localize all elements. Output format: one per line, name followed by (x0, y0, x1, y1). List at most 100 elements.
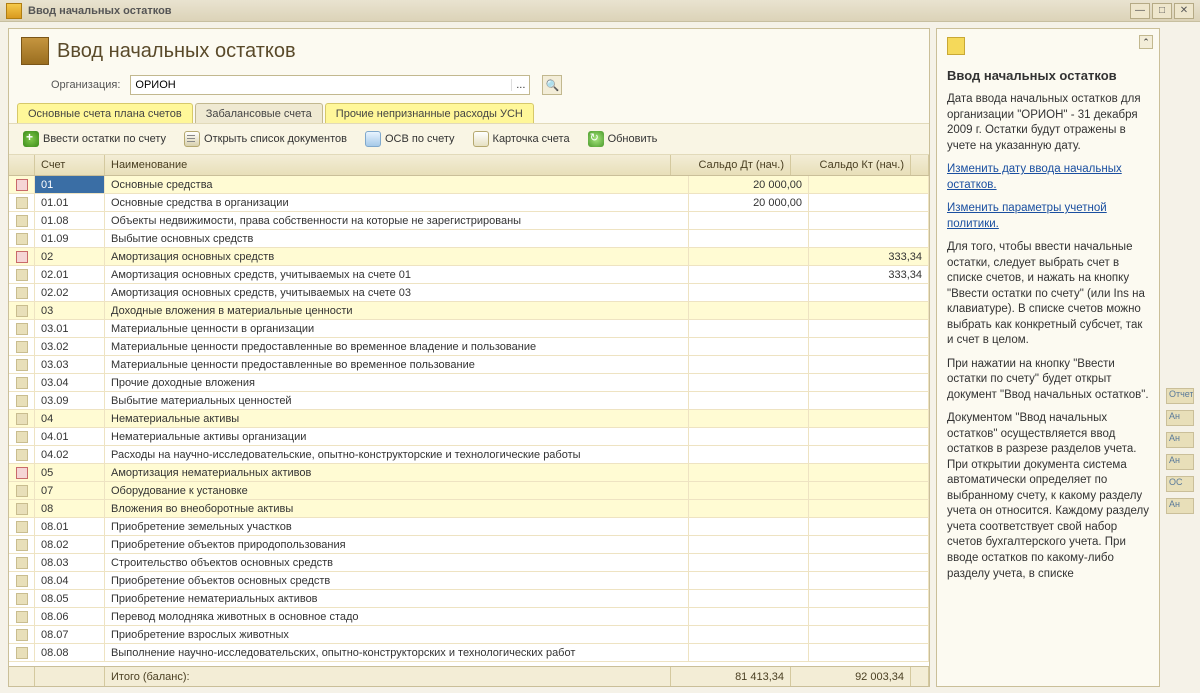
table-row[interactable]: 03.04Прочие доходные вложения (9, 374, 929, 392)
table-row[interactable]: 08.02Приобретение объектов природопользо… (9, 536, 929, 554)
row-status-icon (16, 629, 28, 641)
table-row[interactable]: 02Амортизация основных средств333,34 (9, 248, 929, 266)
cell-debit (689, 500, 809, 517)
table-row[interactable]: 01.01Основные средства в организации20 0… (9, 194, 929, 212)
restore-button[interactable]: □ (1152, 3, 1172, 19)
cell-name: Приобретение объектов основных средств (105, 572, 689, 589)
col-name[interactable]: Наименование (105, 155, 671, 175)
close-button[interactable]: ✕ (1174, 3, 1194, 19)
cell-debit (689, 212, 809, 229)
cell-account: 03.01 (35, 320, 105, 337)
table-row[interactable]: 03.03Материальные ценности предоставленн… (9, 356, 929, 374)
table-row[interactable]: 08.05Приобретение нематериальных активов (9, 590, 929, 608)
cell-account: 03 (35, 302, 105, 319)
table-row[interactable]: 02.01Амортизация основных средств, учиты… (9, 266, 929, 284)
table-row[interactable]: 07Оборудование к установке (9, 482, 929, 500)
side-chip-3[interactable]: Ан (1166, 454, 1194, 470)
cell-account: 08.02 (35, 536, 105, 553)
table-row[interactable]: 04.02Расходы на научно-исследовательские… (9, 446, 929, 464)
table-row[interactable]: 03.02Материальные ценности предоставленн… (9, 338, 929, 356)
cell-account: 08.03 (35, 554, 105, 571)
cell-account: 03.04 (35, 374, 105, 391)
cell-debit (689, 482, 809, 499)
minimize-button[interactable]: — (1130, 3, 1150, 19)
info-icon (947, 37, 965, 55)
table-row[interactable]: 08.03Строительство объектов основных сре… (9, 554, 929, 572)
cell-debit (689, 626, 809, 643)
add-balance-button[interactable]: Ввести остатки по счету (19, 129, 170, 149)
table-row[interactable]: 08.08Выполнение научно-исследовательских… (9, 644, 929, 662)
tab-2[interactable]: Прочие непризнанные расходы УСН (325, 103, 534, 124)
titlebar: Ввод начальных остатков — □ ✕ (0, 0, 1200, 22)
cell-name: Материальные ценности в организации (105, 320, 689, 337)
col-debit[interactable]: Сальдо Дт (нач.) (671, 155, 791, 175)
cell-credit (809, 338, 929, 355)
cell-name: Амортизация основных средств, учитываемы… (105, 284, 689, 301)
cell-account: 01.01 (35, 194, 105, 211)
scroll-up-icon[interactable]: ⌃ (1139, 35, 1153, 49)
org-search-button[interactable]: 🔍 (542, 75, 562, 95)
table-row[interactable]: 05Амортизация нематериальных активов (9, 464, 929, 482)
side-chip-1[interactable]: Ан (1166, 410, 1194, 426)
table-row[interactable]: 03Доходные вложения в материальные ценно… (9, 302, 929, 320)
footer-label: Итого (баланс): (105, 667, 671, 686)
table-row[interactable]: 01.08Объекты недвижимости, права собстве… (9, 212, 929, 230)
org-select-button[interactable]: ... (511, 79, 529, 91)
cell-account: 08.07 (35, 626, 105, 643)
table-row[interactable]: 01.09Выбытие основных средств (9, 230, 929, 248)
cell-name: Приобретение взрослых животных (105, 626, 689, 643)
cell-account: 01.09 (35, 230, 105, 247)
table-row[interactable]: 04Нематериальные активы (9, 410, 929, 428)
change-date-link[interactable]: Изменить дату ввода начальных остатков. (947, 162, 1149, 193)
row-status-icon (16, 233, 28, 245)
cell-credit (809, 500, 929, 517)
refresh-button[interactable]: Обновить (584, 129, 662, 149)
table-row[interactable]: 08.01Приобретение земельных участков (9, 518, 929, 536)
cell-debit (689, 446, 809, 463)
cell-debit (689, 410, 809, 427)
table-row[interactable]: 03.09Выбытие материальных ценностей (9, 392, 929, 410)
org-input[interactable] (131, 79, 511, 91)
osv-button[interactable]: ОСВ по счету (361, 129, 459, 149)
tab-0[interactable]: Основные счета плана счетов (17, 103, 193, 124)
cell-account: 08.01 (35, 518, 105, 535)
row-status-icon (16, 377, 28, 389)
table-row[interactable]: 04.01Нематериальные активы организации (9, 428, 929, 446)
cell-account: 04.02 (35, 446, 105, 463)
grid-body[interactable]: 01Основные средства20 000,0001.01Основны… (9, 176, 929, 666)
cell-credit (809, 482, 929, 499)
change-policy-link[interactable]: Изменить параметры учетной политики. (947, 201, 1149, 232)
tab-1[interactable]: Забалансовые счета (195, 103, 323, 124)
cell-account: 04 (35, 410, 105, 427)
table-row[interactable]: 08.06Перевод молодняка животных в основн… (9, 608, 929, 626)
side-chip-5[interactable]: Ан (1166, 498, 1194, 514)
cell-name: Расходы на научно-исследовательские, опы… (105, 446, 689, 463)
table-row[interactable]: 08.04Приобретение объектов основных сред… (9, 572, 929, 590)
col-credit[interactable]: Сальдо Кт (нач.) (791, 155, 911, 175)
row-status-icon (16, 647, 28, 659)
side-chip-2[interactable]: Ан (1166, 432, 1194, 448)
cell-debit (689, 284, 809, 301)
table-row[interactable]: 01Основные средства20 000,00 (9, 176, 929, 194)
table-row[interactable]: 08.07Приобретение взрослых животных (9, 626, 929, 644)
card-button[interactable]: Карточка счета (469, 129, 574, 149)
table-row[interactable]: 08Вложения во внеоборотные активы (9, 500, 929, 518)
help-text: Для того, чтобы ввести начальные остатки… (947, 240, 1149, 349)
side-chip-0[interactable]: Отчеты (1166, 388, 1194, 404)
cell-name: Строительство объектов основных средств (105, 554, 689, 571)
table-row[interactable]: 02.02Амортизация основных средств, учиты… (9, 284, 929, 302)
cell-debit (689, 428, 809, 445)
search-icon: 🔍 (546, 79, 560, 92)
main-panel: Ввод начальных остатков Организация: ...… (8, 28, 930, 687)
open-docs-button[interactable]: Открыть список документов (180, 129, 351, 149)
cell-account: 02 (35, 248, 105, 265)
side-toolbar: Отчеты Ан Ан Ан ОС Ан (1166, 28, 1194, 687)
cell-debit (689, 464, 809, 481)
help-panel[interactable]: ⌃ Ввод начальных остатков Дата ввода нач… (936, 28, 1160, 687)
help-text: При нажатии на кнопку "Ввести остатки по… (947, 357, 1149, 404)
col-account[interactable]: Счет (35, 155, 105, 175)
side-chip-4[interactable]: ОС (1166, 476, 1194, 492)
table-row[interactable]: 03.01Материальные ценности в организации (9, 320, 929, 338)
org-field[interactable]: ... (130, 75, 530, 95)
row-status-icon (16, 215, 28, 227)
